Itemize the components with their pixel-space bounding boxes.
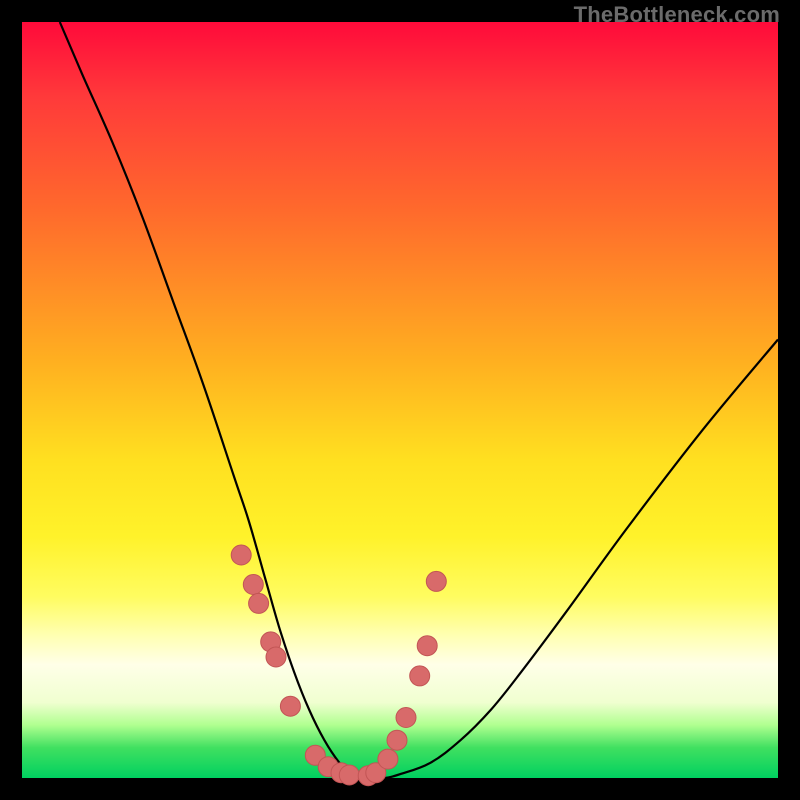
scatter-dot [280,696,300,716]
scatter-dot [249,593,269,613]
scatter-dot [266,647,286,667]
scatter-dot [426,571,446,591]
scatter-dot [378,749,398,769]
scatter-dot [396,708,416,728]
chart-frame [22,22,778,778]
watermark-text: TheBottleneck.com [574,2,780,28]
chart-overlay [22,22,778,778]
scatter-dot [410,666,430,686]
scatter-dot [387,730,407,750]
scatter-dot [339,765,359,785]
scatter-group [231,545,446,786]
scatter-dot [231,545,251,565]
scatter-dot [243,575,263,595]
scatter-dot [417,636,437,656]
